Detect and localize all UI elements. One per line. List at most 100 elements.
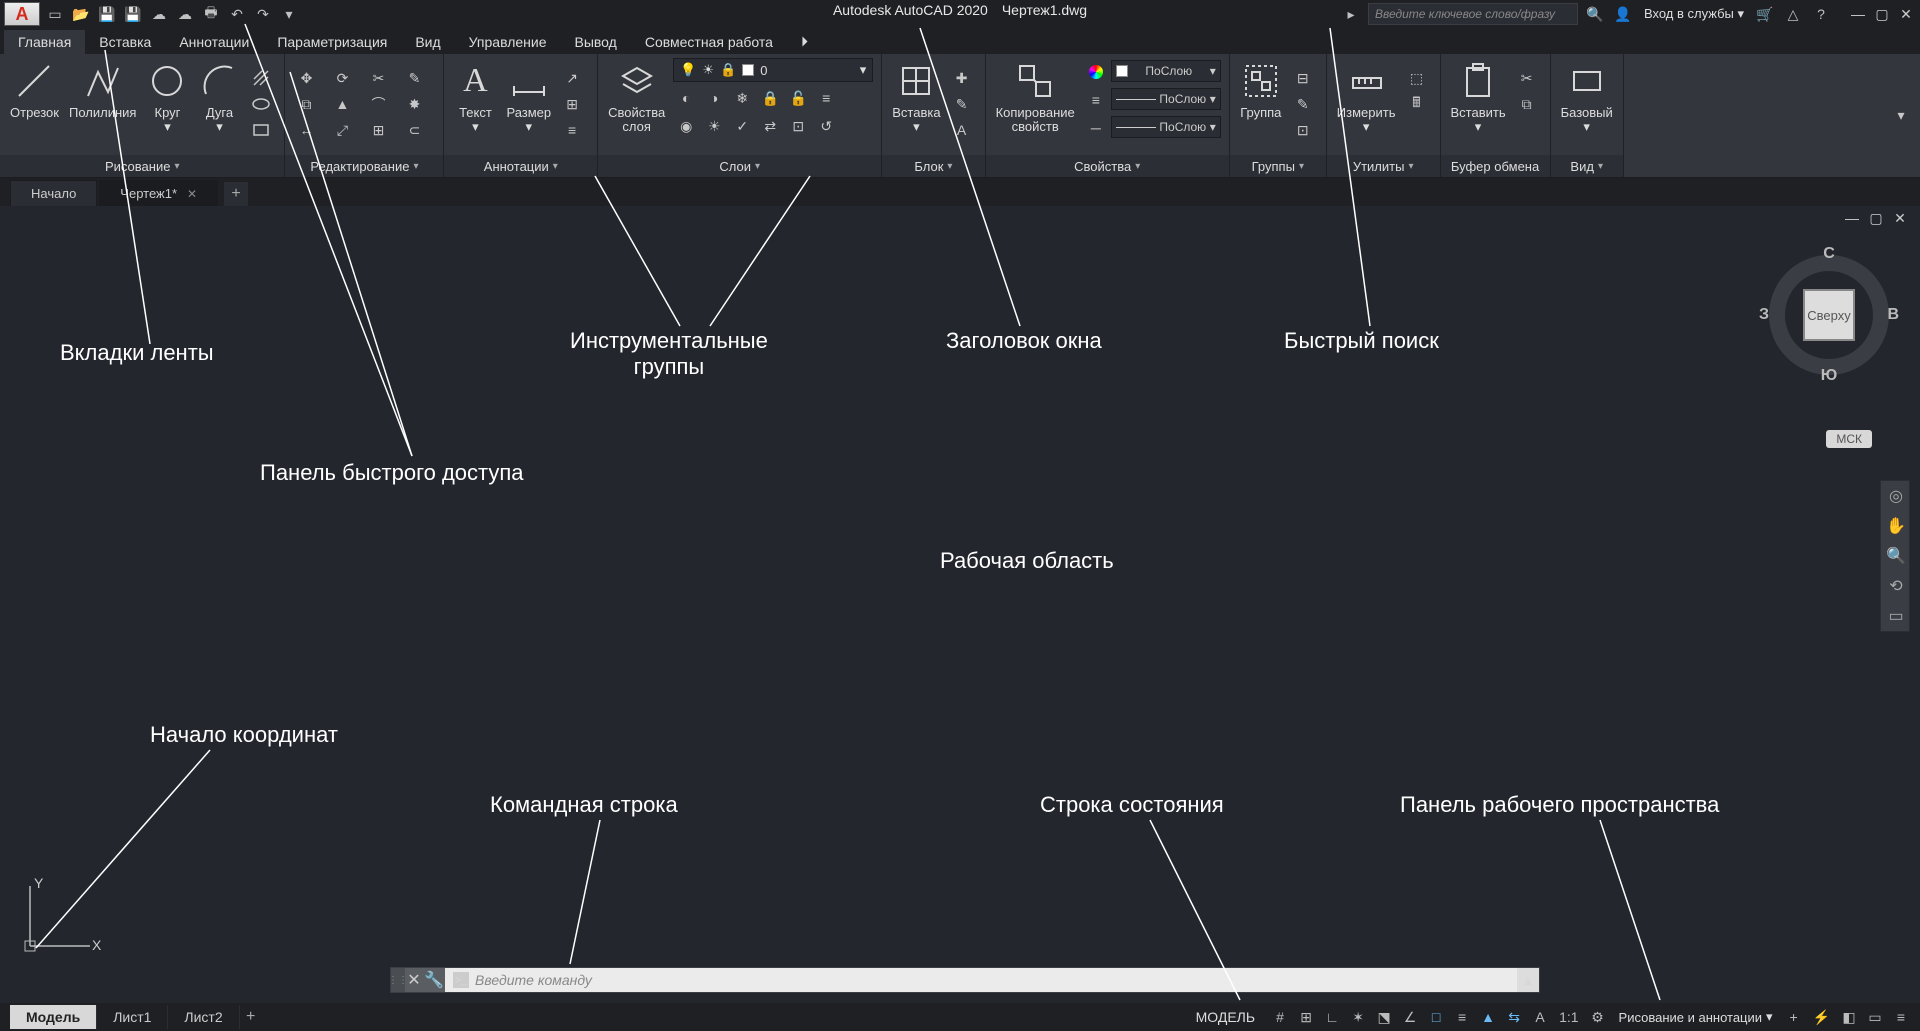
qat-open-icon[interactable]: 📂 <box>70 3 92 25</box>
layer-prev-icon[interactable]: ↺ <box>813 114 839 138</box>
qat-redo-icon[interactable]: ↷ <box>252 3 274 25</box>
viewcube-south[interactable]: Ю <box>1821 367 1838 385</box>
ltype-combo[interactable]: ПоСлою ▾ <box>1111 116 1221 138</box>
nav-zoom-extents-icon[interactable]: 🔍 <box>1881 541 1911 571</box>
annoscale-auto-icon[interactable]: ⇆ <box>1503 1006 1525 1028</box>
drawing-canvas[interactable] <box>0 206 1920 1003</box>
app-menu-icon[interactable]: A <box>4 2 40 26</box>
copy-clip-icon[interactable]: ⧉ <box>1514 92 1540 116</box>
customize-icon[interactable]: ≡ <box>1890 1006 1912 1028</box>
cmdline-history-icon[interactable]: ▴ <box>1517 968 1539 992</box>
cmdline-close-icon[interactable]: ✕ <box>405 970 423 990</box>
layer-on-icon[interactable]: ◉ <box>673 114 699 138</box>
tool-text[interactable]: A Текст▾ <box>452 58 498 137</box>
nav-wheel-icon[interactable]: ◎ <box>1881 481 1911 511</box>
annoscale-add-icon[interactable]: A <box>1529 1006 1551 1028</box>
panel-view-footer[interactable]: Вид ▾ <box>1551 155 1623 177</box>
qat-dropdown-icon[interactable]: ▾ <box>278 3 300 25</box>
hatch-icon[interactable] <box>248 66 274 90</box>
ribbon-tab-parametric[interactable]: Параметризация <box>263 30 401 54</box>
panel-groups-footer[interactable]: Группы ▾ <box>1230 155 1326 177</box>
minimize-icon[interactable]: — <box>1848 4 1868 24</box>
nav-showmotion-icon[interactable]: ▭ <box>1881 601 1911 631</box>
ungroup-icon[interactable]: ⊟ <box>1290 66 1316 90</box>
dwg-maximize-icon[interactable]: ▢ <box>1866 208 1886 228</box>
ribbon-tab-insert[interactable]: Вставка <box>85 30 165 54</box>
file-tab-drawing[interactable]: Чертеж1* ✕ <box>99 180 218 206</box>
tool-layerprops[interactable]: Свойства слоя <box>606 58 667 137</box>
osnap-icon[interactable]: □ <box>1425 1006 1447 1028</box>
file-tab-start[interactable]: Начало <box>10 180 97 206</box>
qat-saveas-icon[interactable]: 💾 <box>122 3 144 25</box>
array-icon[interactable]: ⊞ <box>365 118 391 142</box>
layer-walk-icon[interactable]: ⇄ <box>757 114 783 138</box>
tool-line[interactable]: Отрезок <box>8 58 61 122</box>
cleanscreen-icon[interactable]: ▭ <box>1864 1006 1886 1028</box>
ribbon-tab-manage[interactable]: Управление <box>455 30 561 54</box>
panel-clipboard-footer[interactable]: Буфер обмена <box>1441 155 1550 177</box>
ribbon-tab-output[interactable]: Вывод <box>561 30 631 54</box>
gear-icon[interactable]: ⚙ <box>1587 1006 1609 1028</box>
rectangle-icon[interactable] <box>248 118 274 142</box>
isolate-icon[interactable]: ◧ <box>1838 1006 1860 1028</box>
ribbon-tab-home[interactable]: Главная <box>4 30 85 54</box>
nav-pan-icon[interactable]: ✋ <box>1881 511 1911 541</box>
tool-insert-block[interactable]: Вставка▾ <box>890 58 942 137</box>
wcs-badge[interactable]: МСК <box>1826 430 1872 448</box>
lweight-icon[interactable]: ≡ <box>1451 1006 1473 1028</box>
lweight-btn[interactable]: ≡ <box>1083 88 1109 112</box>
viewcube-face[interactable]: Сверху <box>1803 289 1855 341</box>
help-icon[interactable]: ? <box>1810 3 1832 25</box>
tool-measure[interactable]: Измерить▾ <box>1335 58 1398 137</box>
ellipse-icon[interactable] <box>248 92 274 116</box>
panel-edit-footer[interactable]: Редактирование ▾ <box>285 155 443 177</box>
layer-state-icon[interactable]: ⊡ <box>785 114 811 138</box>
search-input[interactable]: Введите ключевое слово/фразу <box>1368 3 1578 25</box>
ortho-icon[interactable]: ∟ <box>1321 1006 1343 1028</box>
viewcube[interactable]: Сверху С Ю З В <box>1764 250 1894 380</box>
layer-match-icon[interactable]: ≡ <box>813 86 839 110</box>
move-icon[interactable]: ✥ <box>293 66 319 90</box>
layer-off-icon[interactable]: ◐ <box>673 86 699 110</box>
layer-unlck-icon[interactable]: 🔓 <box>785 86 811 110</box>
stretch-icon[interactable]: ↔ <box>293 118 319 142</box>
maximize-icon[interactable]: ▢ <box>1872 4 1892 24</box>
mirror-icon[interactable]: ▲ <box>329 92 355 116</box>
tool-matchprop[interactable]: Копирование свойств <box>994 58 1077 137</box>
tool-circle[interactable]: Круг▾ <box>144 58 190 137</box>
ribbon-tab-collaborate[interactable]: Совместная работа <box>631 30 787 54</box>
ribbon-tab-view[interactable]: Вид <box>401 30 454 54</box>
qat-save-icon[interactable]: 💾 <box>96 3 118 25</box>
table-icon[interactable]: ⊞ <box>559 92 585 116</box>
osnap-track-icon[interactable]: ∠ <box>1399 1006 1421 1028</box>
qat-new-icon[interactable]: ▭ <box>44 3 66 25</box>
ribbon-tab-annotate[interactable]: Аннотации <box>165 30 263 54</box>
rotate-icon[interactable]: ⟳ <box>329 66 355 90</box>
tool-arc[interactable]: Дуга▾ <box>196 58 242 137</box>
layout-tab-sheet1[interactable]: Лист1 <box>97 1005 168 1029</box>
infocenter-icon[interactable]: 🔍 <box>1584 3 1606 25</box>
app-exchange-icon[interactable]: 🛒 <box>1754 3 1776 25</box>
snap-icon[interactable]: ⊞ <box>1295 1006 1317 1028</box>
dwg-close-icon[interactable]: ✕ <box>1890 208 1910 228</box>
grid-icon[interactable]: # <box>1269 1006 1291 1028</box>
select-icon[interactable]: ⬚ <box>1404 66 1430 90</box>
viewcube-north[interactable]: С <box>1823 245 1835 263</box>
ucs-icon[interactable]: Y X <box>20 876 100 961</box>
panel-layers-footer[interactable]: Слои ▾ <box>598 155 881 177</box>
layout-tab-sheet2[interactable]: Лист2 <box>168 1005 239 1029</box>
annomon-icon[interactable]: ▲ <box>1477 1006 1499 1028</box>
block-attr-icon[interactable]: A <box>949 118 975 142</box>
panel-utils-footer[interactable]: Утилиты ▾ <box>1327 155 1440 177</box>
cmdline-options-icon[interactable]: 🔧 <box>423 970 445 990</box>
layer-frz-icon[interactable]: ❄ <box>729 86 755 110</box>
fullscreen-add-icon[interactable]: + <box>1783 1006 1805 1028</box>
nav-orbit-icon[interactable]: ⟲ <box>1881 571 1911 601</box>
ribbon-minimize-icon[interactable]: ▾ <box>1888 104 1914 128</box>
panel-block-footer[interactable]: Блок ▾ <box>882 155 984 177</box>
explode-icon[interactable]: ✸ <box>401 92 427 116</box>
erase-icon[interactable]: ✎ <box>401 66 427 90</box>
model-space-label[interactable]: МОДЕЛЬ <box>1186 1007 1265 1027</box>
layer-cur-icon[interactable]: ✓ <box>729 114 755 138</box>
scale-combo[interactable]: 1:1 <box>1555 1006 1582 1028</box>
